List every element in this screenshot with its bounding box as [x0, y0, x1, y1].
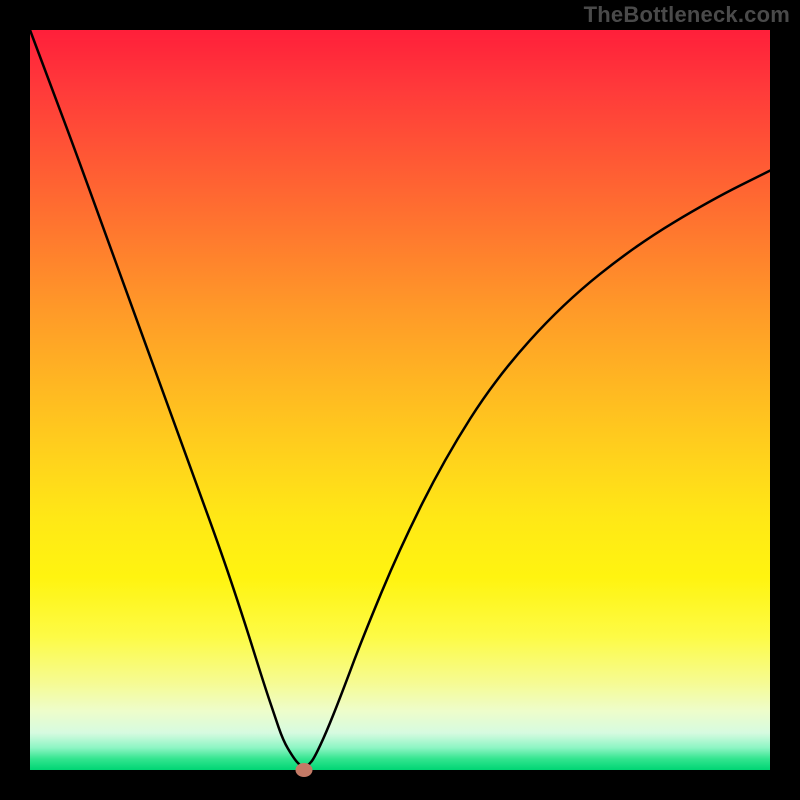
chart-frame: TheBottleneck.com	[0, 0, 800, 800]
minimum-marker-dot	[295, 763, 312, 777]
curve-svg	[30, 30, 770, 770]
plot-area	[30, 30, 770, 770]
watermark-text: TheBottleneck.com	[584, 2, 790, 28]
bottleneck-curve	[30, 30, 770, 767]
